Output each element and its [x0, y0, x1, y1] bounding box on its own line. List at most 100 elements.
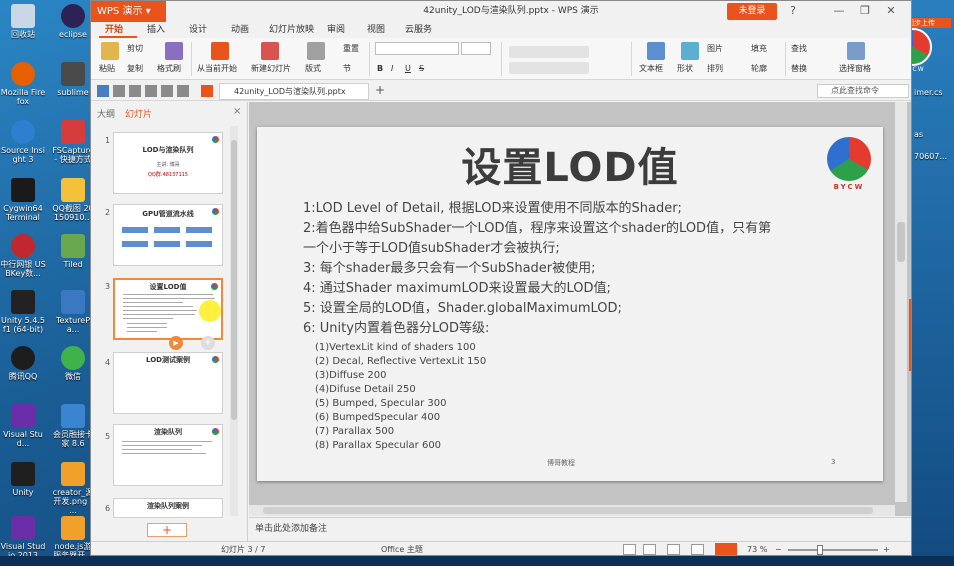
panel-scrollbar-thumb[interactable]: [231, 140, 237, 420]
picture-button[interactable]: 图片: [707, 42, 723, 55]
zoom-in-button[interactable]: +: [883, 544, 890, 555]
copy-button[interactable]: 复制: [127, 62, 143, 75]
login-button[interactable]: 未登录: [727, 3, 777, 20]
thumb-pipeline-block: [122, 227, 148, 233]
editor-horizontal-scrollbar-thumb[interactable]: [263, 507, 873, 514]
outline-button[interactable]: 轮廓: [751, 62, 767, 75]
quick-open-icon[interactable]: [113, 85, 125, 97]
image-file-icon: [61, 462, 85, 486]
editor-vertical-scrollbar[interactable]: [895, 102, 907, 502]
tab-animation[interactable]: 动画: [231, 22, 249, 38]
find-button[interactable]: 查找: [791, 42, 807, 55]
notes-input[interactable]: 单击此处添加备注: [249, 517, 911, 541]
add-slide-button[interactable]: +: [147, 523, 187, 537]
paste-icon[interactable]: [101, 42, 119, 60]
shape-icon[interactable]: [681, 42, 699, 60]
close-button[interactable]: ✕: [883, 3, 899, 19]
slide-thumbnail-1[interactable]: LOD与渲染队列 主讲: 博哥 QQ群:48137115: [113, 132, 223, 194]
desktop-icon-unity[interactable]: Unity: [0, 462, 46, 497]
tab-view[interactable]: 视图: [367, 22, 385, 38]
tab-outline[interactable]: 大纲: [97, 107, 115, 120]
zoom-slider[interactable]: [788, 549, 878, 551]
slide-thumbnail-5[interactable]: 渲染队列: [113, 424, 223, 486]
zoom-out-button[interactable]: −: [775, 544, 782, 555]
redo-icon[interactable]: [177, 85, 189, 97]
side-panel-toggle[interactable]: [909, 299, 911, 371]
alignment-tools-icon[interactable]: [509, 62, 589, 74]
select-pane-icon[interactable]: [847, 42, 865, 60]
minimize-button[interactable]: —: [831, 3, 847, 19]
desktop-icon-source-insight[interactable]: Source Insight 3: [0, 120, 46, 164]
reset-button[interactable]: 重置: [343, 42, 359, 55]
new-slide-button[interactable]: 新建幻灯片: [251, 62, 291, 75]
desktop-icon-vs2013[interactable]: Visual Studio 2013: [0, 516, 46, 560]
select-pane-button[interactable]: 选择窗格: [839, 62, 871, 75]
paragraph-tools-icon[interactable]: [509, 46, 589, 58]
tab-slideshow[interactable]: 幻灯片放映: [269, 22, 314, 38]
wps-menu-button[interactable]: WPS 演示 ▾: [91, 1, 166, 22]
editor-vertical-scrollbar-thumb[interactable]: [897, 222, 905, 262]
slide-thumbnail-4[interactable]: LOD测试案例: [113, 352, 223, 414]
start-slideshow-button[interactable]: [715, 543, 737, 555]
undo-icon[interactable]: [161, 85, 173, 97]
tab-slides[interactable]: 幻灯片: [125, 107, 152, 120]
bold-button[interactable]: B: [377, 62, 383, 75]
arrange-button[interactable]: 排列: [707, 62, 723, 75]
document-tab[interactable]: 42unity_LOD与渲染队列.pptx: [219, 83, 369, 100]
play-slide-icon[interactable]: ▶: [169, 336, 183, 350]
new-slide-icon[interactable]: [261, 42, 279, 60]
fill-button[interactable]: 填充: [751, 42, 767, 55]
section-button[interactable]: 节: [343, 62, 351, 75]
quick-preview-icon[interactable]: [145, 85, 157, 97]
normal-view-button[interactable]: [623, 544, 636, 555]
cut-button[interactable]: 剪切: [127, 42, 143, 55]
strikethrough-button[interactable]: S: [419, 62, 424, 75]
desktop-icon-cygwin[interactable]: Cygwin64 Terminal: [0, 178, 46, 222]
slide-sorter-view-button[interactable]: [643, 544, 656, 555]
quick-save-icon[interactable]: [97, 85, 109, 97]
layout-icon[interactable]: [307, 42, 325, 60]
desktop-icon-recycle-bin[interactable]: 回收站: [0, 4, 46, 39]
desktop-icon-boc-usbkey[interactable]: 中行网银 USBKey数...: [0, 234, 46, 278]
quick-print-icon[interactable]: [129, 85, 141, 97]
close-icon[interactable]: ×: [233, 106, 241, 117]
reading-view-button[interactable]: [667, 544, 680, 555]
lod-level-line: (6) BumpedSpecular 400: [315, 412, 441, 423]
layout-button[interactable]: 版式: [305, 62, 321, 75]
format-painter-icon[interactable]: [165, 42, 183, 60]
notes-view-button[interactable]: [691, 544, 704, 555]
command-search-input[interactable]: 点此查找命令: [817, 84, 909, 98]
desktop-icon-firefox[interactable]: Mozilla Firefox: [0, 62, 46, 106]
slide-thumbnail-6[interactable]: 渲染队列案例: [113, 498, 223, 518]
play-from-current-icon[interactable]: [211, 42, 229, 60]
zoom-slider-handle[interactable]: [817, 545, 823, 555]
textbox-button[interactable]: 文本框: [639, 62, 663, 75]
font-size-combo[interactable]: [461, 42, 491, 55]
shape-button[interactable]: 形状: [677, 62, 693, 75]
tab-design[interactable]: 设计: [189, 22, 207, 38]
tab-cloud[interactable]: 云服务: [405, 22, 432, 38]
tab-review[interactable]: 审阅: [327, 22, 345, 38]
italic-button[interactable]: I: [391, 62, 393, 75]
desktop-icon-unity-545[interactable]: Unity 5.4.5f1 (64-bit): [0, 290, 46, 334]
source-insight-icon: [11, 120, 35, 144]
thumb-title: 设置LOD值: [149, 283, 187, 291]
replace-button[interactable]: 替换: [791, 62, 807, 75]
tab-insert[interactable]: 插入: [147, 22, 165, 38]
slide-title[interactable]: 设置LOD值: [257, 135, 883, 193]
slide-canvas[interactable]: 设置LOD值 BYCW 1:LOD Level of Detail, 根据LOD…: [257, 127, 883, 481]
format-painter-button[interactable]: 格式刷: [157, 62, 181, 75]
desktop-icon-qq[interactable]: 腾讯QQ: [0, 346, 46, 381]
textbox-icon[interactable]: [647, 42, 665, 60]
add-after-icon[interactable]: +: [201, 336, 215, 350]
maximize-button[interactable]: ❐: [857, 3, 873, 19]
paste-button[interactable]: 粘贴: [99, 62, 115, 75]
desktop-icon-visual-studio[interactable]: Visual Stud...: [0, 404, 46, 448]
from-current-button[interactable]: 从当前开始: [197, 62, 237, 75]
new-tab-button[interactable]: +: [375, 83, 385, 97]
help-icon[interactable]: ?: [785, 3, 801, 19]
bank-icon: [11, 234, 35, 258]
font-family-combo[interactable]: [375, 42, 459, 55]
slide-thumbnail-2[interactable]: GPU管道流水线: [113, 204, 223, 266]
underline-button[interactable]: U: [405, 62, 411, 75]
